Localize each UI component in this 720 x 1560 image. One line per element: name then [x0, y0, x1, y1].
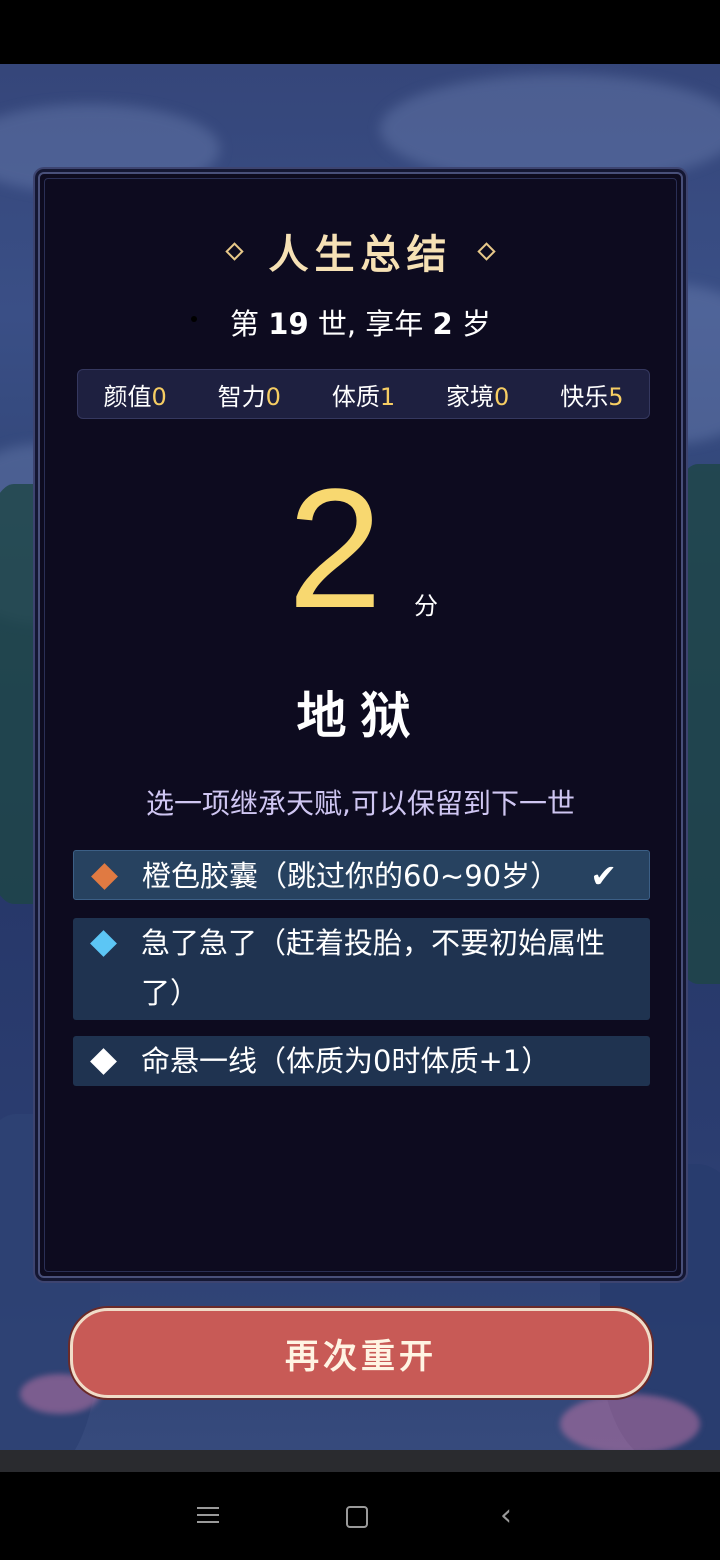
restart-button[interactable]: 再次重开 — [70, 1308, 652, 1398]
score-unit: 分 — [414, 592, 438, 620]
talent-option-3[interactable]: 命悬一线（体质为0时体质+1） — [73, 1036, 650, 1086]
score-value: 2 — [287, 454, 383, 644]
menu-icon[interactable] — [197, 1502, 225, 1530]
back-chevron-icon[interactable]: ‹ — [500, 1501, 528, 1531]
orange-gem-icon — [91, 863, 118, 890]
life-mid: 世, 享年 — [317, 307, 424, 341]
attribute-stats-bar: 颜值0 智力0 体质1 家境0 快乐5 — [77, 369, 650, 419]
stat-family: 家境0 — [446, 382, 510, 411]
stat-intelligence: 智力0 — [217, 382, 281, 411]
diamond-decoration-left-icon — [225, 241, 245, 261]
bottom-divider-strip — [0, 1450, 720, 1472]
age-number: 2 — [432, 307, 453, 341]
home-square-icon[interactable] — [346, 1506, 368, 1528]
status-bar — [0, 0, 720, 64]
title-row: 人生总结 — [40, 222, 681, 280]
age-suffix: 岁 — [461, 307, 491, 341]
white-gem-icon — [90, 1048, 117, 1075]
stat-appearance: 颜值0 — [103, 382, 167, 411]
life-number: 19 — [268, 307, 309, 341]
stat-constitution: 体质1 — [331, 382, 396, 411]
diamond-decoration-right-icon — [476, 241, 496, 261]
life-summary-panel: 人生总结 第 19 世, 享年 2 岁 颜值0 智力0 体质1 家境0 快乐5 … — [38, 172, 683, 1278]
talent-option-2[interactable]: 急了急了（赶着投胎，不要初始属性了） — [73, 918, 650, 1020]
checkmark-icon: ✔ — [590, 857, 617, 895]
grade-label: 地狱 — [296, 686, 425, 745]
system-nav-bar: ‹ — [0, 1472, 720, 1560]
blue-gem-icon — [90, 930, 117, 957]
stat-happiness: 快乐5 — [560, 382, 624, 411]
talent-label: 命悬一线（体质为0时体质+1） — [141, 1044, 551, 1078]
life-prefix: 第 — [230, 307, 260, 341]
talent-label: 橙色胶囊（跳过你的60~90岁） — [142, 859, 560, 893]
talent-option-1[interactable]: 橙色胶囊（跳过你的60~90岁） ✔ — [73, 850, 650, 900]
page-title: 人生总结 — [268, 231, 453, 278]
inherit-prompt: 选一项继承天赋,可以保留到下一世 — [146, 787, 575, 820]
score-display: 2 分 — [40, 464, 681, 644]
life-info: 第 19 世, 享年 2 岁 — [40, 301, 681, 343]
talent-label: 急了急了（赶着投胎，不要初始属性了） — [141, 926, 606, 1010]
